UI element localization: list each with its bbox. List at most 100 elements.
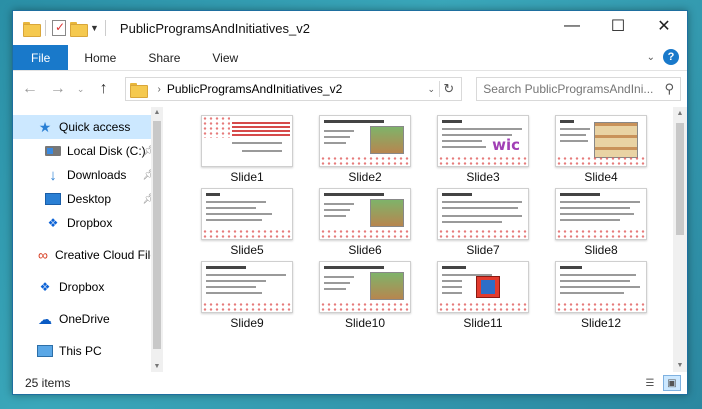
search-box[interactable]: ⚲ bbox=[476, 77, 682, 101]
sidebar-item-quick-access[interactable]: ★ Quick access bbox=[13, 115, 163, 139]
file-item[interactable]: Slide10 bbox=[319, 261, 411, 330]
expand-ribbon-icon[interactable]: ⌄ bbox=[647, 52, 655, 63]
scroll-up-icon[interactable]: ▲ bbox=[151, 109, 163, 116]
sidebar-item-creative-cloud[interactable]: ∞ Creative Cloud Files bbox=[13, 243, 163, 267]
onedrive-icon: ☁ bbox=[38, 310, 52, 327]
explorer-body: ★ Quick access Local Disk (C:) 📌︎ ↓ Down… bbox=[13, 107, 687, 372]
file-name: Slide3 bbox=[466, 170, 500, 184]
folder-icon bbox=[23, 21, 41, 37]
desktop-icon bbox=[45, 191, 61, 207]
sidebar-item-label: Dropbox bbox=[59, 280, 105, 294]
file-name: Slide10 bbox=[344, 316, 386, 330]
tab-file[interactable]: File bbox=[13, 45, 69, 70]
explorer-window: ▼ PublicProgramsAndInitiatives_v2 — ☐ ✕ … bbox=[12, 10, 688, 395]
disk-icon bbox=[45, 143, 61, 159]
file-item[interactable]: Slide8 bbox=[555, 188, 647, 257]
sidebar-item-desktop[interactable]: Desktop 📌︎ bbox=[13, 187, 163, 211]
scroll-down-icon[interactable]: ▼ bbox=[673, 362, 687, 369]
search-icon: ⚲ bbox=[664, 81, 675, 96]
folder-icon bbox=[129, 82, 148, 98]
file-item[interactable]: Slide1 bbox=[201, 115, 293, 184]
dropbox-icon: ❖ bbox=[39, 280, 51, 294]
slide-thumbnail: wic bbox=[437, 115, 529, 167]
close-button[interactable]: ✕ bbox=[641, 11, 687, 41]
sidebar-item-label: Downloads bbox=[67, 168, 127, 182]
sidebar-item-label: Creative Cloud Files bbox=[54, 248, 163, 262]
minimize-button[interactable]: — bbox=[549, 11, 595, 41]
sidebar-item-label: This PC bbox=[59, 344, 102, 358]
sidebar-item-onedrive[interactable]: ☁ OneDrive bbox=[13, 307, 163, 331]
sidebar-item-dropbox-quick[interactable]: ❖ Dropbox bbox=[13, 211, 163, 235]
tab-view[interactable]: View bbox=[196, 45, 254, 70]
file-item[interactable]: Slide5 bbox=[201, 188, 293, 257]
file-list: Slide1 Slide2 wic Slide3 Slide4 Slide5 S… bbox=[163, 107, 687, 372]
slide-thumbnail bbox=[555, 261, 647, 313]
help-icon[interactable]: ? bbox=[663, 49, 679, 65]
file-item[interactable]: Slide4 bbox=[555, 115, 647, 184]
sidebar-item-label: Desktop bbox=[67, 192, 112, 206]
slide-thumbnail bbox=[319, 115, 411, 167]
sidebar-item-label: Dropbox bbox=[67, 216, 113, 230]
divider bbox=[104, 20, 106, 36]
sidebar-item-this-pc[interactable]: This PC bbox=[13, 339, 163, 363]
properties-icon[interactable] bbox=[52, 20, 66, 36]
file-item[interactable]: Slide12 bbox=[555, 261, 647, 330]
slide-thumbnail bbox=[319, 261, 411, 313]
address-dropdown-icon[interactable]: ⌄ bbox=[423, 84, 439, 95]
pc-icon bbox=[37, 343, 53, 359]
dropbox-icon: ❖ bbox=[47, 216, 59, 230]
back-arrow-icon[interactable]: ← bbox=[19, 80, 41, 98]
scroll-up-icon[interactable]: ▲ bbox=[673, 110, 687, 117]
sidebar-item-local-disk[interactable]: Local Disk (C:) 📌︎ bbox=[13, 139, 163, 163]
file-name: Slide1 bbox=[230, 170, 264, 184]
file-name: Slide2 bbox=[348, 170, 382, 184]
slide-thumbnail bbox=[555, 115, 647, 167]
tab-home[interactable]: Home bbox=[68, 45, 132, 70]
up-arrow-icon[interactable]: ↑ bbox=[93, 80, 115, 98]
tab-share[interactable]: Share bbox=[132, 45, 196, 70]
sidebar-item-dropbox[interactable]: ❖ Dropbox bbox=[13, 275, 163, 299]
file-name: Slide9 bbox=[230, 316, 264, 330]
file-item[interactable]: Slide6 bbox=[319, 188, 411, 257]
new-folder-icon[interactable] bbox=[70, 21, 88, 37]
scrollbar-thumb[interactable] bbox=[153, 121, 161, 349]
window-title: PublicProgramsAndInitiatives_v2 bbox=[119, 20, 310, 36]
thumbnail-grid: Slide1 Slide2 wic Slide3 Slide4 Slide5 S… bbox=[201, 115, 647, 330]
download-icon: ↓ bbox=[49, 166, 57, 184]
sidebar-item-label: Quick access bbox=[59, 120, 131, 134]
forward-arrow-icon[interactable]: → bbox=[47, 80, 69, 98]
quick-access-toolbar: ▼ bbox=[13, 20, 108, 37]
maximize-button[interactable]: ☐ bbox=[595, 11, 641, 41]
title-bar: ▼ PublicProgramsAndInitiatives_v2 — ☐ ✕ bbox=[13, 11, 687, 45]
file-name: Slide5 bbox=[230, 243, 264, 257]
file-item[interactable]: wic Slide3 bbox=[437, 115, 529, 184]
search-input[interactable] bbox=[483, 82, 665, 96]
file-item[interactable]: Slide2 bbox=[319, 115, 411, 184]
status-bar: 25 items ☰ ▣ bbox=[13, 372, 687, 394]
file-item[interactable]: Slide7 bbox=[437, 188, 529, 257]
file-item[interactable]: Slide11 bbox=[437, 261, 529, 330]
file-item[interactable]: Slide9 bbox=[201, 261, 293, 330]
sidebar-scrollbar[interactable]: ▲ ▼ bbox=[151, 107, 163, 372]
scroll-down-icon[interactable]: ▼ bbox=[151, 363, 163, 370]
file-name: Slide8 bbox=[584, 243, 618, 257]
sidebar-item-downloads[interactable]: ↓ Downloads 📌︎ bbox=[13, 163, 163, 187]
divider bbox=[45, 20, 46, 36]
recent-locations-icon[interactable]: ⌄ bbox=[75, 84, 87, 95]
scrollbar-thumb[interactable] bbox=[676, 123, 684, 235]
large-icons-view-icon[interactable]: ▣ bbox=[663, 375, 681, 391]
breadcrumb-chevron-icon[interactable]: › bbox=[158, 84, 161, 95]
slide-thumbnail bbox=[437, 261, 529, 313]
details-view-icon[interactable]: ☰ bbox=[641, 375, 659, 391]
star-icon: ★ bbox=[38, 118, 52, 135]
file-name: Slide4 bbox=[584, 170, 618, 184]
content-scrollbar[interactable]: ▲ ▼ bbox=[673, 107, 687, 372]
slide-thumbnail bbox=[437, 188, 529, 240]
refresh-icon[interactable]: ↻ bbox=[439, 81, 457, 97]
ribbon-tabs: File Home Share View ⌄ ? bbox=[13, 45, 687, 71]
customize-toolbar-icon[interactable]: ▼ bbox=[90, 23, 99, 33]
breadcrumb[interactable]: PublicProgramsAndInitiatives_v2 bbox=[167, 82, 423, 96]
navigation-pane: ★ Quick access Local Disk (C:) 📌︎ ↓ Down… bbox=[13, 107, 163, 372]
address-bar[interactable]: › PublicProgramsAndInitiatives_v2 ⌄ ↻ bbox=[124, 77, 463, 101]
window-controls: — ☐ ✕ bbox=[549, 11, 687, 41]
